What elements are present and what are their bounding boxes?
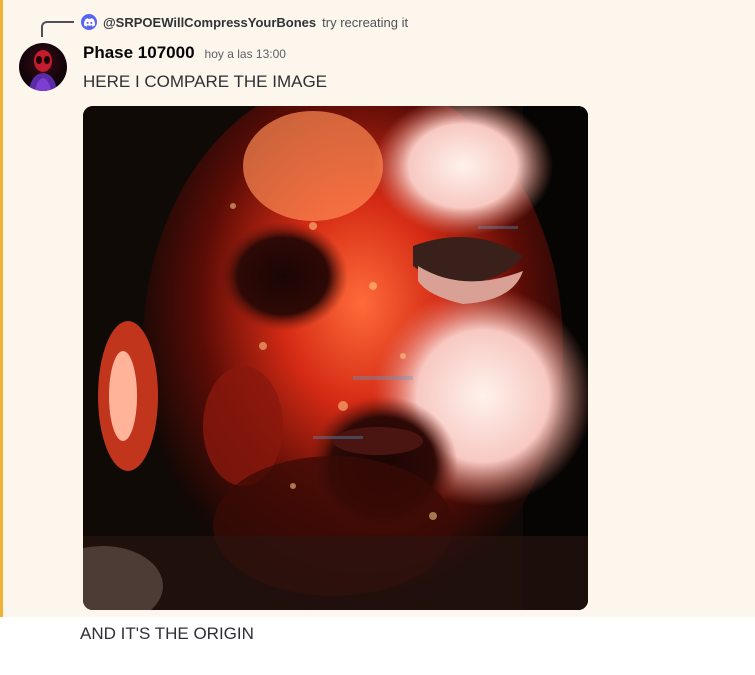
message-text: HERE I COMPARE THE IMAGE <box>83 72 328 91</box>
next-message-text: AND IT'S THE ORIGIN <box>80 624 254 643</box>
highlighted-message[interactable]: @SRPOEWillCompressYourBones try recreati… <box>0 0 755 617</box>
alien-avatar-icon <box>29 50 57 91</box>
chat-page: @SRPOEWillCompressYourBones try recreati… <box>0 0 755 675</box>
reply-text[interactable]: try recreating it <box>322 15 408 30</box>
username[interactable]: Phase 107000 <box>83 43 195 63</box>
image-attachment[interactable] <box>83 106 588 610</box>
avatar[interactable] <box>19 43 67 91</box>
distorted-face-photo <box>83 106 588 610</box>
timestamp[interactable]: hoy a las 13:00 <box>205 47 286 61</box>
reply-author[interactable]: @SRPOEWillCompressYourBones <box>103 15 316 30</box>
reply-spine <box>41 21 74 37</box>
discord-logo-icon[interactable] <box>81 14 97 30</box>
reply-preview[interactable]: @SRPOEWillCompressYourBones try recreati… <box>81 11 408 33</box>
message-header: Phase 107000 hoy a las 13:00 <box>83 43 286 67</box>
